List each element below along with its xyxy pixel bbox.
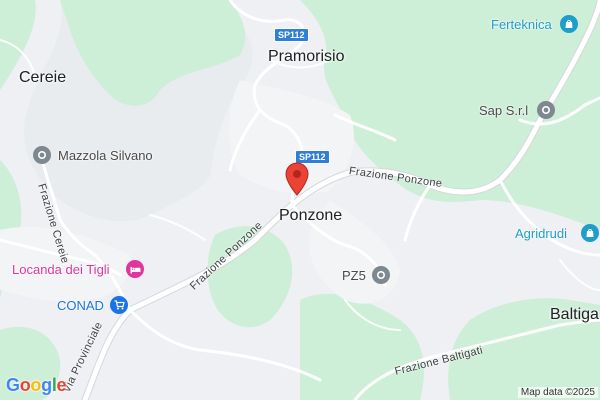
logo-letter: o	[30, 375, 42, 395]
shopping-bag-icon[interactable]	[560, 15, 578, 33]
town-label-ponzone[interactable]: Ponzone	[279, 207, 342, 225]
logo-letter: e	[56, 375, 67, 395]
town-label-pramorisio[interactable]: Pramorisio	[268, 48, 344, 66]
map-canvas[interactable]: SP112 SP112 Pramorisio Ponzone Cereie Ba…	[0, 0, 600, 400]
logo-letter: o	[19, 375, 31, 395]
poi-label-conad[interactable]: CONAD	[57, 298, 104, 313]
poi-label-pz5[interactable]: PZ5	[342, 268, 366, 283]
place-icon[interactable]	[33, 146, 51, 164]
map-data-credit[interactable]: Map data ©2025	[517, 387, 598, 398]
road-shield: SP112	[274, 28, 309, 42]
poi-label-locanda-dei-tigli[interactable]: Locanda dei Tigli	[12, 262, 110, 277]
shopping-bag-icon[interactable]	[581, 224, 599, 242]
poi-label-sap[interactable]: Sap S.r.l	[479, 103, 528, 118]
poi-label-agridrudi[interactable]: Agridrudi	[515, 226, 567, 241]
place-icon[interactable]	[537, 101, 555, 119]
google-logo[interactable]: Google	[6, 375, 67, 396]
location-pin-icon[interactable]	[285, 162, 309, 201]
road-local	[128, 308, 322, 382]
shopping-cart-icon[interactable]	[110, 296, 128, 314]
forest-area	[300, 293, 424, 400]
poi-label-mazzola-silvano[interactable]: Mazzola Silvano	[58, 148, 153, 163]
road-local	[149, 214, 206, 241]
town-label-cereie[interactable]: Cereie	[19, 69, 66, 87]
logo-letter: G	[6, 375, 20, 395]
road-local	[559, 259, 600, 291]
town-label-baltiga[interactable]: Baltiga	[550, 306, 599, 324]
hotel-bed-icon[interactable]	[126, 260, 144, 278]
logo-letter: g	[41, 375, 52, 395]
place-icon[interactable]	[372, 266, 390, 284]
poi-label-ferteknica[interactable]: Ferteknica	[491, 17, 552, 32]
